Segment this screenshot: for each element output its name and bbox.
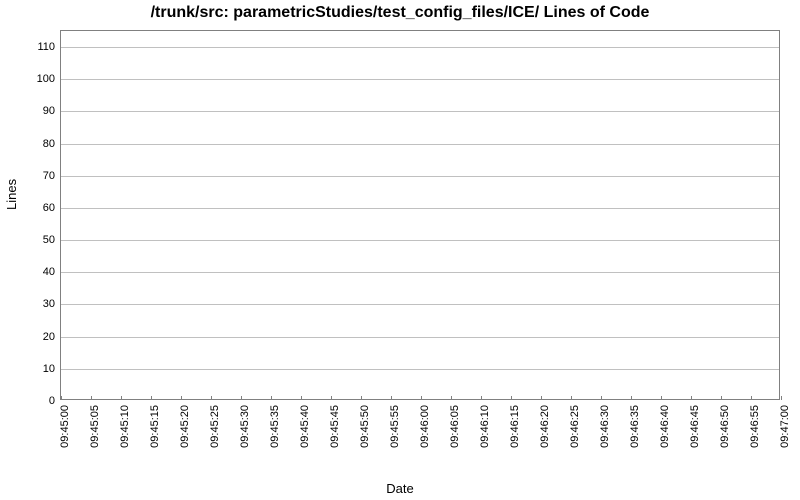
- x-tick-mark: [631, 396, 632, 400]
- x-tick-label: 09:46:35: [629, 405, 641, 448]
- x-tick-label: 09:46:55: [749, 405, 761, 448]
- x-tick-label: 09:45:55: [389, 405, 401, 448]
- x-tick-mark: [571, 396, 572, 400]
- x-tick-label: 09:46:20: [539, 405, 551, 448]
- gridline: [61, 369, 779, 370]
- y-tick-label: 40: [25, 266, 55, 278]
- gridline: [61, 144, 779, 145]
- x-tick-label: 09:45:35: [269, 405, 281, 448]
- x-axis-label: Date: [0, 481, 800, 496]
- x-tick-mark: [421, 396, 422, 400]
- gridline: [61, 304, 779, 305]
- x-tick-mark: [181, 396, 182, 400]
- x-tick-label: 09:46:05: [449, 405, 461, 448]
- x-tick-mark: [391, 396, 392, 400]
- x-tick-mark: [91, 396, 92, 400]
- x-tick-label: 09:45:10: [119, 405, 131, 448]
- x-tick-mark: [451, 396, 452, 400]
- x-tick-label: 09:47:00: [779, 405, 791, 448]
- x-tick-label: 09:46:30: [599, 405, 611, 448]
- x-tick-label: 09:45:40: [299, 405, 311, 448]
- y-tick-label: 20: [25, 331, 55, 343]
- y-tick-label: 30: [25, 298, 55, 310]
- y-tick-label: 110: [25, 41, 55, 53]
- gridline: [61, 47, 779, 48]
- x-tick-mark: [211, 396, 212, 400]
- gridline: [61, 111, 779, 112]
- gridline: [61, 176, 779, 177]
- x-tick-mark: [331, 396, 332, 400]
- y-tick-label: 90: [25, 105, 55, 117]
- y-tick-label: 50: [25, 234, 55, 246]
- x-tick-mark: [541, 396, 542, 400]
- x-tick-label: 09:46:50: [719, 405, 731, 448]
- x-tick-label: 09:45:45: [329, 405, 341, 448]
- y-tick-label: 100: [25, 73, 55, 85]
- x-tick-label: 09:45:05: [89, 405, 101, 448]
- x-tick-mark: [121, 396, 122, 400]
- x-tick-label: 09:46:15: [509, 405, 521, 448]
- x-tick-mark: [271, 396, 272, 400]
- x-tick-label: 09:45:00: [59, 405, 71, 448]
- y-tick-label: 80: [25, 138, 55, 150]
- x-tick-mark: [61, 396, 62, 400]
- x-tick-label: 09:45:15: [149, 405, 161, 448]
- y-tick-label: 10: [25, 363, 55, 375]
- x-tick-label: 09:46:00: [419, 405, 431, 448]
- gridline: [61, 337, 779, 338]
- x-tick-mark: [721, 396, 722, 400]
- x-tick-mark: [601, 396, 602, 400]
- y-axis-label: Lines: [4, 179, 19, 210]
- chart-container: /trunk/src: parametricStudies/test_confi…: [0, 0, 800, 500]
- gridline: [61, 79, 779, 80]
- x-tick-mark: [481, 396, 482, 400]
- y-tick-label: 60: [25, 202, 55, 214]
- x-tick-label: 09:45:25: [209, 405, 221, 448]
- chart-title: /trunk/src: parametricStudies/test_confi…: [0, 4, 800, 22]
- x-tick-label: 09:45:30: [239, 405, 251, 448]
- x-tick-mark: [781, 396, 782, 400]
- x-tick-label: 09:45:20: [179, 405, 191, 448]
- x-tick-label: 09:46:40: [659, 405, 671, 448]
- plot-area: 010203040506070809010011009:45:0009:45:0…: [60, 30, 780, 400]
- x-tick-mark: [691, 396, 692, 400]
- x-tick-label: 09:45:50: [359, 405, 371, 448]
- x-tick-label: 09:46:45: [689, 405, 701, 448]
- gridline: [61, 272, 779, 273]
- x-tick-mark: [511, 396, 512, 400]
- x-tick-mark: [151, 396, 152, 400]
- x-tick-label: 09:46:10: [479, 405, 491, 448]
- gridline: [61, 240, 779, 241]
- y-tick-label: 70: [25, 170, 55, 182]
- x-tick-mark: [661, 396, 662, 400]
- gridline: [61, 208, 779, 209]
- x-tick-mark: [361, 396, 362, 400]
- x-tick-mark: [751, 396, 752, 400]
- y-tick-label: 0: [25, 395, 55, 407]
- x-tick-label: 09:46:25: [569, 405, 581, 448]
- x-tick-mark: [241, 396, 242, 400]
- x-tick-mark: [301, 396, 302, 400]
